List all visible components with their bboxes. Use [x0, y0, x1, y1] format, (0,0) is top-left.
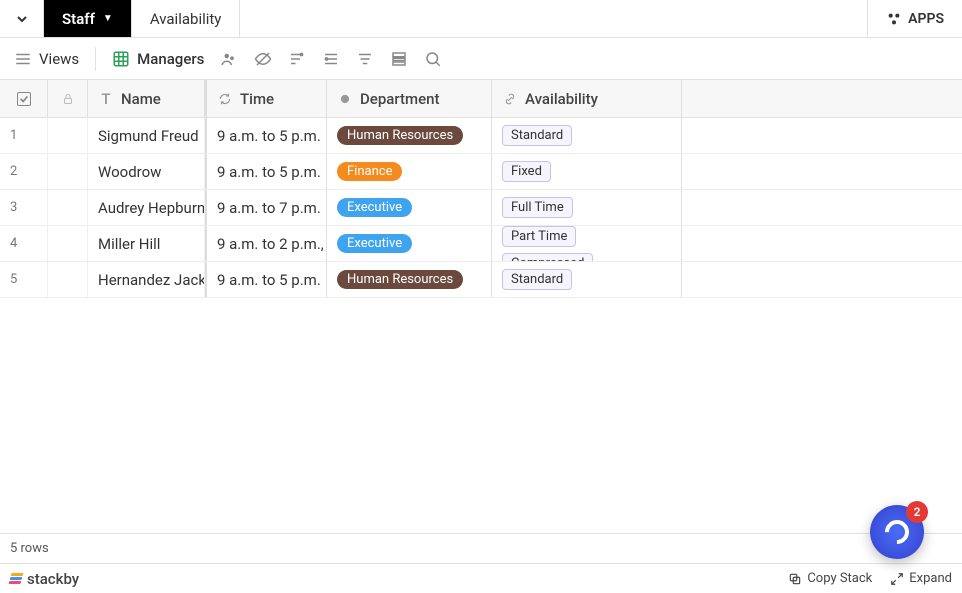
search-icon[interactable] [424, 50, 442, 68]
status-bar: 5 rows [0, 533, 962, 563]
chevron-down-icon [14, 11, 30, 27]
row-count: 5 rows [10, 541, 49, 556]
cell-time[interactable]: 9 a.m. to 7 p.m. [207, 190, 327, 225]
table-row[interactable]: 1 Sigmund Freud 9 a.m. to 5 p.m. Human R… [0, 118, 962, 154]
view-managers[interactable]: Managers [112, 50, 204, 68]
cell-name[interactable]: Sigmund Freud [88, 118, 205, 153]
menu-icon [14, 50, 32, 68]
cell-time[interactable]: 9 a.m. to 2 p.m., [207, 226, 327, 261]
sort-icon[interactable] [356, 50, 374, 68]
col-time[interactable]: Time [207, 80, 327, 117]
avail-tag: Standard [502, 125, 572, 146]
table-row[interactable]: 4 Miller Hill 9 a.m. to 2 p.m., Executiv… [0, 226, 962, 262]
chat-badge: 2 [906, 501, 928, 523]
table-row[interactable]: 2 Woodrow 9 a.m. to 5 p.m. Finance Fixed [0, 154, 962, 190]
circle-icon [337, 91, 353, 107]
group-icon[interactable] [322, 50, 340, 68]
cell-name[interactable]: Woodrow [88, 154, 205, 189]
chat-fab[interactable]: 2 [870, 505, 924, 559]
expand-icon [890, 572, 904, 586]
link-icon [502, 91, 518, 107]
brand-logo[interactable]: stackby [10, 570, 79, 588]
avail-tag: Compressed [502, 253, 593, 261]
table-row[interactable]: 3 Audrey Hepburn 9 a.m. to 7 p.m. Execut… [0, 190, 962, 226]
row-number[interactable]: 4 [0, 226, 48, 261]
stackby-icon [9, 573, 24, 584]
apps-label: APPS [908, 11, 944, 27]
dept-pill: Human Resources [337, 126, 463, 145]
copy-icon [788, 572, 802, 586]
text-icon: T [98, 91, 114, 107]
row-number[interactable]: 2 [0, 154, 48, 189]
cell-availability[interactable]: Standard [492, 262, 682, 297]
views-button[interactable]: Views [14, 50, 79, 68]
cell-department[interactable]: Human Resources [327, 118, 492, 153]
tab-availability[interactable]: Availability [132, 0, 241, 37]
cell-availability[interactable]: Fixed [492, 154, 682, 189]
row-number[interactable]: 5 [0, 262, 48, 297]
avail-tag: Standard [502, 269, 572, 290]
col-name[interactable]: TName [88, 80, 205, 117]
table-row[interactable]: 5 Hernandez Jack 9 a.m. to 5 p.m. Human … [0, 262, 962, 298]
dept-pill: Finance [337, 162, 402, 181]
cell-department[interactable]: Executive [327, 190, 492, 225]
divider [95, 47, 96, 71]
collapse-chevron[interactable] [0, 0, 44, 37]
dept-pill: Executive [337, 198, 412, 217]
dept-pill: Executive [337, 234, 412, 253]
views-label: Views [39, 50, 79, 68]
avail-tag: Part Time [502, 226, 576, 247]
lock-icon [62, 93, 74, 105]
cell-department[interactable]: Executive [327, 226, 492, 261]
cell-time[interactable]: 9 a.m. to 5 p.m. [207, 262, 327, 297]
hide-fields-icon[interactable] [254, 50, 272, 68]
row-number[interactable]: 3 [0, 190, 48, 225]
apps-button[interactable]: APPS [867, 0, 962, 37]
cell-name[interactable]: Audrey Hepburn [88, 190, 205, 225]
caret-down-icon: ▼ [103, 13, 113, 24]
col-select[interactable] [0, 80, 48, 117]
checkbox-icon [17, 92, 31, 106]
cell-time[interactable]: 9 a.m. to 5 p.m. [207, 154, 327, 189]
grid-icon [112, 50, 130, 68]
cell-availability[interactable]: Standard [492, 118, 682, 153]
cell-time[interactable]: 9 a.m. to 5 p.m. [207, 118, 327, 153]
col-availability[interactable]: Availability [492, 80, 682, 117]
cell-name[interactable]: Miller Hill [88, 226, 205, 261]
share-icon[interactable] [220, 50, 238, 68]
expand-button[interactable]: Expand [890, 571, 952, 586]
col-department[interactable]: Department [327, 80, 492, 117]
footer: stackby Copy Stack Expand [0, 563, 962, 593]
cell-name[interactable]: Hernandez Jack [88, 262, 205, 297]
copy-stack-button[interactable]: Copy Stack [788, 571, 872, 586]
row-height-icon[interactable] [390, 50, 408, 68]
cell-department[interactable]: Human Resources [327, 262, 492, 297]
filter-icon[interactable] [288, 50, 306, 68]
tab-label: Availability [150, 10, 222, 28]
data-table: TName Time Department Availability 1 Sig… [0, 80, 962, 563]
apps-icon [886, 11, 902, 27]
cell-availability[interactable]: Part Time Compressed [492, 226, 682, 261]
avail-tag: Full Time [502, 197, 573, 218]
col-lock [48, 80, 88, 117]
cell-department[interactable]: Finance [327, 154, 492, 189]
cell-availability[interactable]: Full Time [492, 190, 682, 225]
refresh-icon [217, 91, 233, 107]
table-body[interactable]: 1 Sigmund Freud 9 a.m. to 5 p.m. Human R… [0, 118, 962, 563]
dept-pill: Human Resources [337, 270, 463, 289]
avail-tag: Fixed [502, 161, 551, 182]
brand-label: stackby [27, 570, 79, 588]
row-number[interactable]: 1 [0, 118, 48, 153]
managers-label: Managers [137, 50, 204, 68]
tab-label: Staff [62, 10, 95, 28]
tab-staff[interactable]: Staff ▼ [44, 0, 132, 37]
table-header: TName Time Department Availability [0, 80, 962, 118]
